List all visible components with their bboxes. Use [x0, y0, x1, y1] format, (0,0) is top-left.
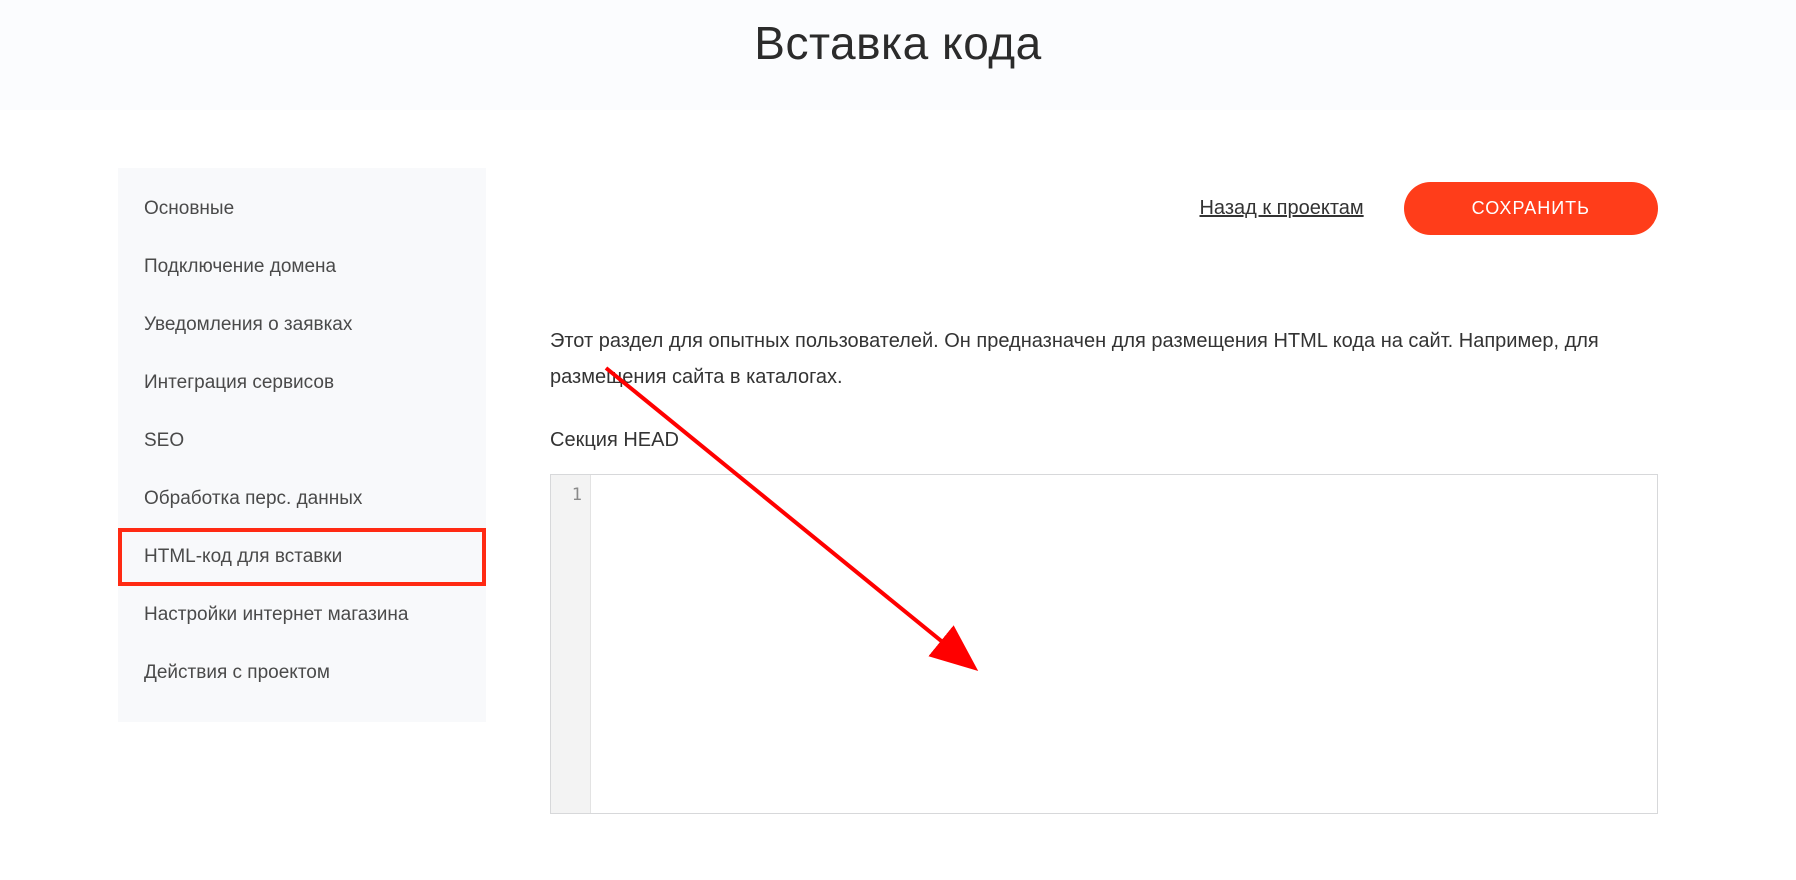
- main-panel: Назад к проектам СОХРАНИТЬ Этот раздел д…: [486, 168, 1678, 814]
- sidebar-item-personal-data[interactable]: Обработка перс. данных: [118, 470, 486, 528]
- head-code-textarea[interactable]: [591, 475, 1657, 813]
- header: Вставка кода: [0, 0, 1796, 110]
- sidebar-item-label: Настройки интернет магазина: [144, 604, 408, 625]
- line-number: 1: [551, 485, 582, 505]
- sidebar-item-main[interactable]: Основные: [118, 180, 486, 238]
- sidebar-item-notifications[interactable]: Уведомления о заявках: [118, 296, 486, 354]
- sidebar-item-label: Действия с проектом: [144, 662, 330, 683]
- save-button[interactable]: СОХРАНИТЬ: [1404, 182, 1658, 235]
- head-section-label: Секция HEAD: [550, 429, 1658, 452]
- sidebar-item-label: Интеграция сервисов: [144, 372, 334, 393]
- editor-gutter: 1: [551, 475, 591, 813]
- sidebar-item-seo[interactable]: SEO: [118, 412, 486, 470]
- sidebar-item-label: SEO: [144, 430, 184, 451]
- code-editor-head: 1: [550, 474, 1658, 814]
- sidebar-item-label: HTML-код для вставки: [144, 546, 342, 567]
- section-description: Этот раздел для опытных пользователей. О…: [550, 323, 1658, 395]
- top-actions: Назад к проектам СОХРАНИТЬ: [550, 182, 1658, 235]
- page-title: Вставка кода: [754, 16, 1041, 70]
- sidebar-item-label: Уведомления о заявках: [144, 314, 352, 335]
- sidebar-item-shop-settings[interactable]: Настройки интернет магазина: [118, 586, 486, 644]
- sidebar-item-label: Основные: [144, 198, 234, 219]
- sidebar-item-project-actions[interactable]: Действия с проектом: [118, 644, 486, 702]
- back-to-projects-link[interactable]: Назад к проектам: [1199, 197, 1363, 220]
- sidebar-item-label: Обработка перс. данных: [144, 488, 362, 509]
- content-area: Основные Подключение домена Уведомления …: [0, 110, 1796, 814]
- sidebar-item-domain[interactable]: Подключение домена: [118, 238, 486, 296]
- sidebar-item-html-insert[interactable]: HTML-код для вставки: [118, 528, 486, 586]
- sidebar-item-integrations[interactable]: Интеграция сервисов: [118, 354, 486, 412]
- settings-sidebar: Основные Подключение домена Уведомления …: [118, 168, 486, 722]
- sidebar-item-label: Подключение домена: [144, 256, 336, 277]
